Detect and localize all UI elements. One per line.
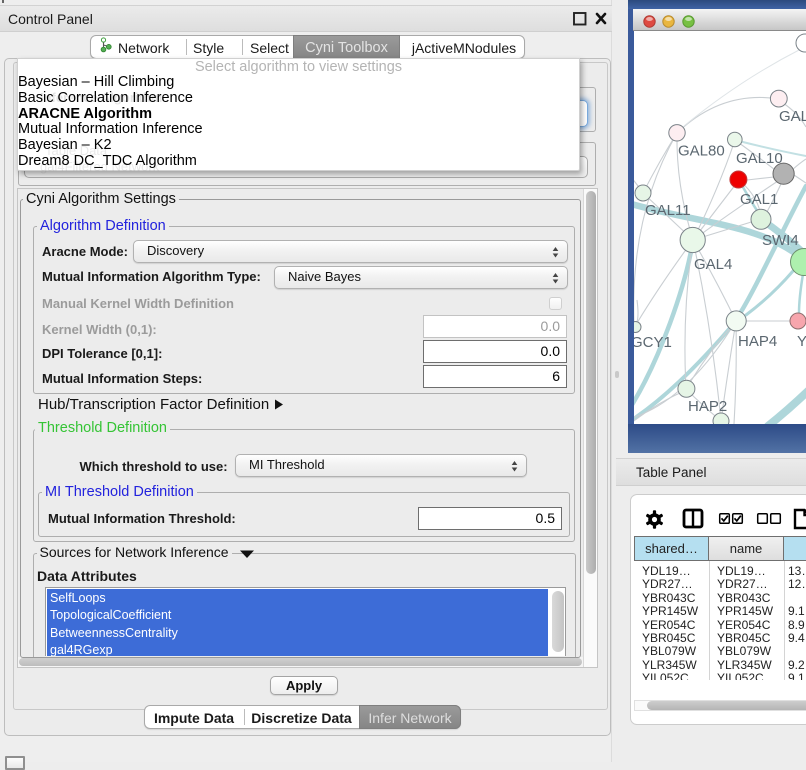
svg-text:GAL4: GAL4 [694, 256, 732, 273]
svg-text:GAL11: GAL11 [645, 202, 691, 219]
svg-text:HAP2: HAP2 [688, 398, 727, 415]
svg-text:GAL7: GAL7 [779, 108, 806, 125]
svg-text:GAL1: GAL1 [740, 191, 778, 208]
svg-text:GAL10: GAL10 [736, 150, 783, 167]
svg-text:GAL80: GAL80 [678, 143, 725, 160]
svg-text:Y: Y [797, 333, 806, 350]
svg-text:SWI4: SWI4 [762, 232, 799, 249]
svg-text:HAP4: HAP4 [738, 333, 777, 350]
svg-text:GCY1: GCY1 [634, 334, 672, 351]
